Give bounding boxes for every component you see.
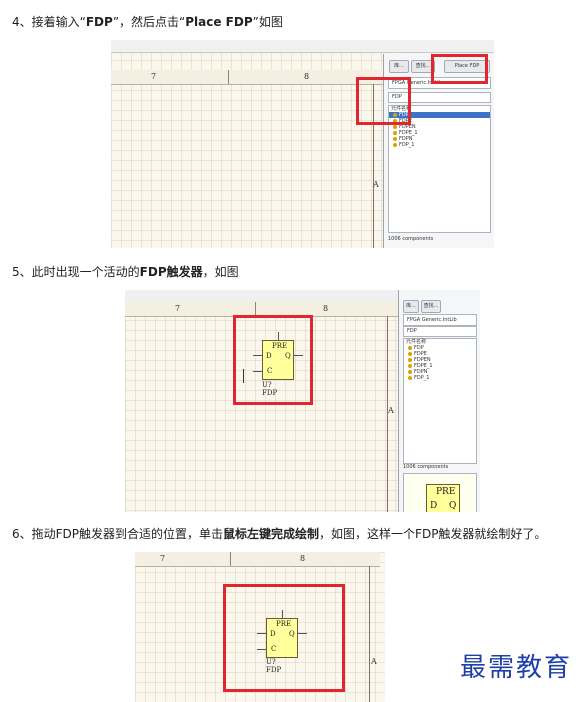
- list-item[interactable]: FDP_1: [389, 142, 490, 148]
- libraries-panel: 库... 查找... FPGA Generic.IntLib FDP 元件名称 …: [398, 290, 480, 512]
- screenshot-step-6: 7 8 A PRE D Q C U? FDP: [135, 552, 385, 702]
- highlight-component-list: [356, 77, 411, 125]
- libraries-button[interactable]: 库...: [389, 60, 409, 73]
- filter-input[interactable]: FDP: [403, 326, 477, 337]
- step-6-caption: 6、拖动FDP触发器到合适的位置，单击鼠标左键完成绘制，如图，这样一个FDP触发…: [12, 527, 547, 541]
- zone-letter: A: [373, 180, 379, 189]
- zone-letter: A: [388, 406, 394, 415]
- list-item[interactable]: FDP_1: [404, 375, 476, 381]
- sheet-ruler: 7 8: [111, 70, 383, 85]
- step-4-caption: 4、接着输入“FDP”，然后点击“Place FDP”如图: [12, 15, 283, 29]
- symbol-preview: PRE D Q: [403, 473, 477, 512]
- screenshot-step-4: 7 8 A 库... 查找... Place FDP FPGA Generic.…: [111, 40, 494, 248]
- zone-letter: A: [371, 657, 377, 666]
- highlight-place-button: [431, 54, 488, 84]
- highlight-active-symbol: [233, 315, 313, 405]
- sheet-ruler: 7 8: [135, 552, 380, 567]
- toolbar: [111, 40, 494, 53]
- watermark-logo: 最需教育: [459, 653, 572, 683]
- component-list: 元件名称 FDP FDPE FDPEN FDPE_1 FDPN FDP_1: [403, 338, 477, 464]
- screenshot-step-5: 7 8 A PRE D Q C U? FDP 库... 查找... FPGA G…: [125, 290, 480, 512]
- step-5-caption: 5、此时出现一个活动的FDP触发器，如图: [12, 265, 239, 279]
- preview-chip: PRE D Q: [426, 484, 460, 512]
- search-button[interactable]: 查找...: [421, 300, 441, 313]
- component-count: 1006 components: [403, 464, 449, 470]
- library-select[interactable]: FPGA Generic.IntLib: [403, 314, 477, 326]
- sheet-border: [369, 566, 370, 702]
- component-count: 1006 components: [388, 236, 434, 242]
- libraries-button[interactable]: 库...: [403, 300, 419, 313]
- highlight-placed-symbol: [223, 584, 345, 692]
